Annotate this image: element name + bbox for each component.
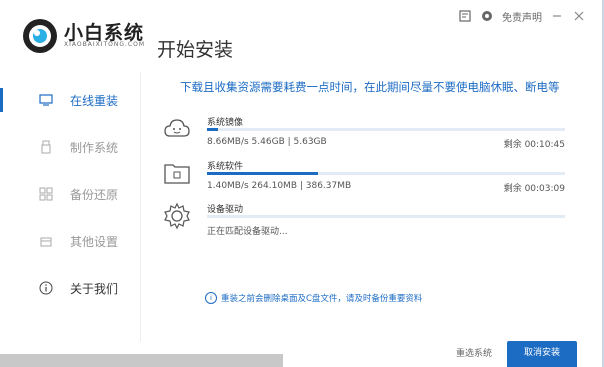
monitor-icon [38,92,54,108]
task-system-image: 系统镜像 8.66MB/s 5.46GB | 5.63GB 剩余 00:10:4… [163,115,573,155]
progress-fill [207,128,218,131]
sidebar-item-label: 制作系统 [70,140,119,155]
taskbar-fragment [0,354,283,367]
task-info: 正在匹配设备驱动... [207,227,288,237]
brand-logo-icon [23,19,57,53]
sidebar-item-other-settings[interactable]: 其他设置 [0,221,140,261]
sidebar-item-label: 其他设置 [70,234,119,249]
sidebar-item-online-reinstall[interactable]: 在线重装 [0,80,140,120]
sidebar-item-backup-restore[interactable]: 备份还原 [0,174,140,214]
support-icon[interactable] [480,9,494,23]
reselect-system-button[interactable]: 重选系统 [456,346,492,359]
gear-icon [164,202,190,230]
progress-fill [207,172,318,175]
close-icon[interactable] [572,9,586,23]
cloud-icon [164,119,190,137]
usb-icon [38,139,54,155]
cancel-install-button[interactable]: 取消安装 [507,341,577,367]
minimize-icon[interactable] [550,9,564,23]
folder-icon [164,164,190,184]
progress-track [207,128,565,131]
box-icon [38,233,54,249]
task-system-software: 系统软件 1.40MB/s 264.10MB | 386.37MB 剩余 00:… [163,159,573,199]
task-info: 8.66MB/s 5.46GB | 5.63GB [207,137,327,147]
progress-track [207,172,565,175]
download-warning: 下载且收集资源需要耗费一点时间，在此期间尽量不要使电脑休眠、断电等 [180,80,560,94]
sidebar-item-make-system[interactable]: 制作系统 [0,127,140,167]
page-title: 开始安装 [157,39,234,61]
task-device-driver: 设备驱动 正在匹配设备驱动... [163,202,573,242]
task-info: 1.40MB/s 264.10MB | 386.37MB [207,181,352,191]
header: 小白系统 XIAOBAIXITONG.COM 开始安装 免责声明 [0,0,602,62]
backup-notice: i 重装之前会删除桌面及C盘文件，请及时备份重要资料 [205,292,422,304]
sidebar-item-label: 在线重装 [70,93,119,108]
sidebar-item-about-us[interactable]: 关于我们 [0,268,140,308]
sidebar: 在线重装 制作系统 备份还原 其他设置 关于我们 [0,72,141,342]
installer-window: 小白系统 XIAOBAIXITONG.COM 开始安装 免责声明 在线重装 制作… [0,0,604,367]
grid-icon [38,186,54,202]
task-remaining: 剩余 00:10:45 [503,140,565,150]
disclaimer-link[interactable]: 免责声明 [502,9,542,24]
title-bar-controls: 免责声明 [458,7,586,25]
sidebar-item-label: 备份还原 [70,187,119,202]
brand-url: XIAOBAIXITONG.COM [64,41,145,48]
task-name: 系统镜像 [207,118,244,128]
sidebar-item-label: 关于我们 [70,281,119,296]
backup-notice-text: 重装之前会删除桌面及C盘文件，请及时备份重要资料 [221,294,423,304]
info-icon [38,280,54,296]
info-icon: i [205,292,217,304]
task-name: 系统软件 [207,162,244,172]
feedback-icon[interactable] [458,9,472,23]
task-name: 设备驱动 [207,205,244,215]
task-remaining: 剩余 00:03:09 [503,184,565,194]
progress-track [207,215,565,218]
